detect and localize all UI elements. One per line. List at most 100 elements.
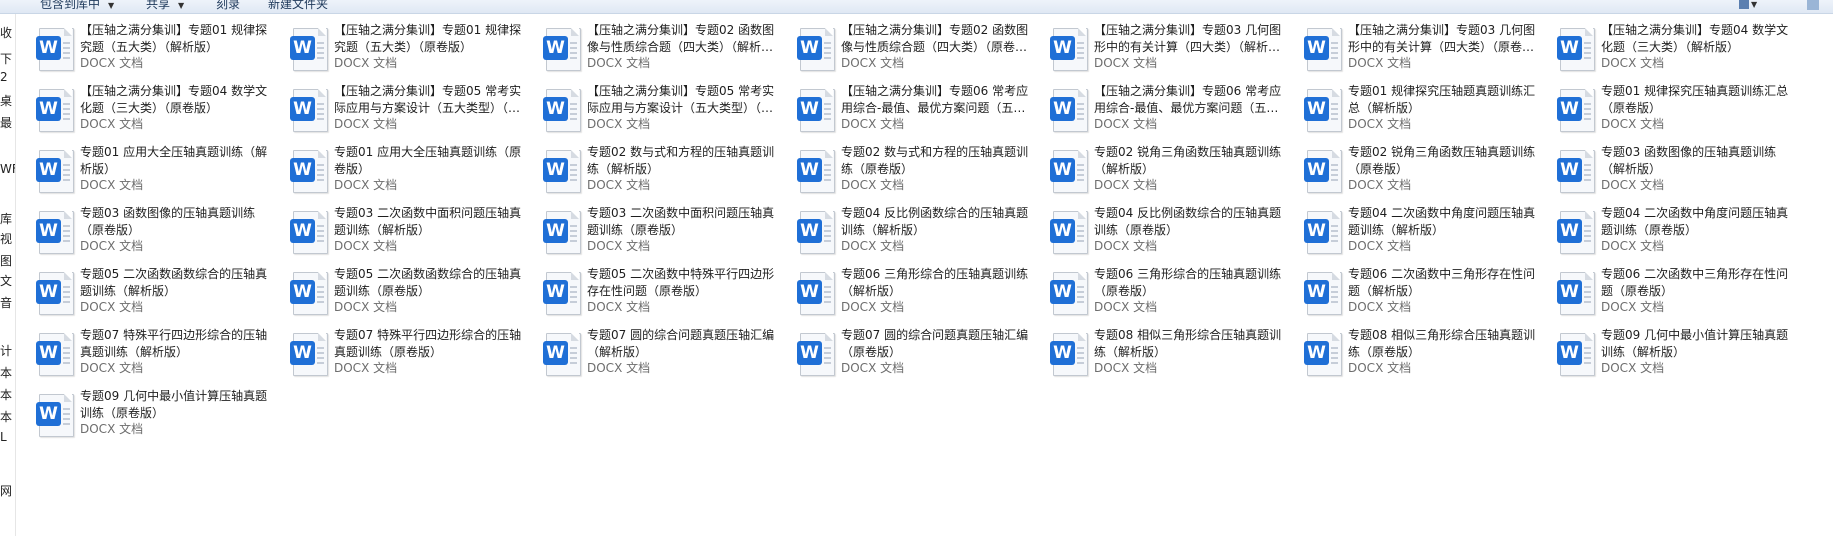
file-item[interactable]: W 专题02 数与式和方程的压轴真题训练（原卷版） DOCX 文档	[789, 140, 1034, 196]
wps-docx-icon: W	[797, 211, 837, 254]
wps-docx-icon: W	[36, 394, 76, 437]
file-type: DOCX 文档	[841, 178, 905, 192]
file-item[interactable]: W 专题05 二次函数函数综合的压轴真题训练（原卷版） DOCX 文档	[282, 262, 527, 318]
file-item[interactable]: W 专题01 规律探究压轴题真题训练汇总（解析版） DOCX 文档	[1296, 79, 1541, 135]
file-item[interactable]: W【压轴之满分集训】专题02 函数图像与性质综合题（四大类）（原卷版） DOCX …	[789, 18, 1034, 74]
file-item[interactable]: W【压轴之满分集训】专题03 几何图形中的有关计算（四大类）（解析版） DOCX …	[1042, 18, 1287, 74]
nav-item[interactable]: 收	[0, 24, 12, 41]
file-item[interactable]: W 专题08 相似三角形综合压轴真题训练（原卷版） DOCX 文档	[1296, 323, 1541, 379]
nav-item[interactable]: 计	[0, 342, 12, 359]
preview-pane-button[interactable]	[1807, 0, 1819, 10]
file-item[interactable]: W【压轴之满分集训】专题05 常考实际应用与方案设计（五大类型）（原卷版） DOC…	[535, 79, 780, 135]
file-name: 专题08 相似三角形综合压轴真题训练（解析版）	[1094, 328, 1282, 359]
file-item[interactable]: W 专题05 二次函数中特殊平行四边形存在性问题（原卷版） DOCX 文档	[535, 262, 780, 318]
file-item[interactable]: W【压轴之满分集训】专题06 常考应用综合-最值、最优方案问题（五大类）（解析版…	[789, 79, 1034, 135]
file-item[interactable]: W 专题02 锐角三角函数压轴真题训练（解析版） DOCX 文档	[1042, 140, 1287, 196]
file-item[interactable]: W 专题06 三角形综合的压轴真题训练（解析版） DOCX 文档	[789, 262, 1034, 318]
share-button[interactable]: 共享 ▼	[146, 0, 184, 12]
file-item[interactable]: W 专题07 特殊平行四边形综合的压轴真题训练（解析版） DOCX 文档	[28, 323, 273, 379]
nav-item[interactable]: L	[0, 430, 7, 444]
file-item[interactable]: W 专题06 二次函数中三角形存在性问题（解析版） DOCX 文档	[1296, 262, 1541, 318]
file-item[interactable]: W 专题08 相似三角形综合压轴真题训练（解析版） DOCX 文档	[1042, 323, 1287, 379]
file-type: DOCX 文档	[587, 117, 651, 131]
file-item[interactable]: W 专题04 二次函数中角度问题压轴真题训练（解析版） DOCX 文档	[1296, 201, 1541, 257]
file-item[interactable]: W 专题03 二次函数中面积问题压轴真题训练（解析版） DOCX 文档	[282, 201, 527, 257]
nav-item[interactable]: 图	[0, 252, 12, 269]
toolbar: 包含到库中 ▼ 共享 ▼ 刻录 新建文件夹 ▼	[0, 0, 1833, 14]
nav-item[interactable]: 下	[0, 50, 12, 67]
nav-item[interactable]: 本	[0, 386, 12, 403]
wps-docx-icon: W	[290, 333, 330, 376]
wps-docx-icon: W	[543, 333, 583, 376]
file-type: DOCX 文档	[80, 56, 144, 70]
file-item[interactable]: W 专题01 规律探究压轴真题训练汇总（原卷版） DOCX 文档	[1549, 79, 1794, 135]
nav-item[interactable]: 最	[0, 114, 12, 131]
nav-item[interactable]: 本	[0, 408, 12, 425]
file-item[interactable]: W 专题03 函数图像的压轴真题训练（解析版） DOCX 文档	[1549, 140, 1794, 196]
include-in-library-button[interactable]: 包含到库中 ▼	[40, 0, 114, 12]
nav-item[interactable]: 库	[0, 210, 12, 227]
nav-item[interactable]: 本	[0, 364, 12, 381]
file-name: 专题04 二次函数中角度问题压轴真题训练（解析版）	[1348, 206, 1536, 237]
file-type: DOCX 文档	[1601, 56, 1665, 70]
nav-item[interactable]: 视	[0, 230, 12, 247]
nav-item[interactable]: 2	[0, 70, 8, 84]
file-item[interactable]: W 专题07 圆的综合问题真题压轴汇编（原卷版） DOCX 文档	[789, 323, 1034, 379]
nav-item[interactable]: 文	[0, 272, 12, 289]
file-item[interactable]: W【压轴之满分集训】专题05 常考实际应用与方案设计（五大类型）（解析版） DOC…	[282, 79, 527, 135]
new-folder-button[interactable]: 新建文件夹	[268, 0, 328, 12]
nav-item[interactable]: 音	[0, 294, 12, 311]
file-item[interactable]: W 专题06 二次函数中三角形存在性问题（原卷版） DOCX 文档	[1549, 262, 1794, 318]
file-item[interactable]: W 专题01 应用大全压轴真题训练（原卷版） DOCX 文档	[282, 140, 527, 196]
file-name: 专题02 数与式和方程的压轴真题训练（解析版）	[587, 145, 775, 176]
file-item[interactable]: W【压轴之满分集训】专题02 函数图像与性质综合题（四大类）（解析版） DOCX …	[535, 18, 780, 74]
wps-docx-icon: W	[290, 211, 330, 254]
file-type: DOCX 文档	[1094, 300, 1158, 314]
file-type: DOCX 文档	[1094, 361, 1158, 375]
file-item[interactable]: W 专题09 几何中最小值计算压轴真题训练（原卷版） DOCX 文档	[28, 384, 273, 440]
file-item[interactable]: W 【压轴之满分集训】专题04 数学文化题（三大类）（解析版） DOCX 文档	[1549, 18, 1794, 74]
wps-docx-icon: W	[797, 272, 837, 315]
file-type: DOCX 文档	[1348, 239, 1412, 253]
file-type: DOCX 文档	[334, 300, 398, 314]
navigation-pane[interactable]: 收下2桌最WF库视图文音计本本本L网	[0, 14, 16, 536]
file-item[interactable]: W 【压轴之满分集训】专题01 规律探究题（五大类）（原卷版） DOCX 文档	[282, 18, 527, 74]
file-item[interactable]: W 专题03 函数图像的压轴真题训练（原卷版） DOCX 文档	[28, 201, 273, 257]
file-item[interactable]: W 【压轴之满分集训】专题04 数学文化题（三大类）（原卷版） DOCX 文档	[28, 79, 273, 135]
file-name: 专题04 反比例函数综合的压轴真题训练（解析版）	[841, 206, 1029, 237]
file-type: DOCX 文档	[841, 56, 905, 70]
file-name: 【压轴之满分集训】专题03 几何图形中的有关计算（四大类）（原卷版）	[1348, 23, 1536, 54]
file-item[interactable]: W 专题02 数与式和方程的压轴真题训练（解析版） DOCX 文档	[535, 140, 780, 196]
view-options-button[interactable]: ▼	[1739, 0, 1761, 10]
file-type: DOCX 文档	[1348, 117, 1412, 131]
file-item[interactable]: W【压轴之满分集训】专题06 常考应用综合-最值、最优方案问题（五大类）（原卷版…	[1042, 79, 1287, 135]
file-item[interactable]: W 专题07 特殊平行四边形综合的压轴真题训练（原卷版） DOCX 文档	[282, 323, 527, 379]
wps-docx-icon: W	[1304, 150, 1344, 193]
file-item[interactable]: W 专题04 反比例函数综合的压轴真题训练（解析版） DOCX 文档	[789, 201, 1034, 257]
file-item[interactable]: W 专题02 锐角三角函数压轴真题训练（原卷版） DOCX 文档	[1296, 140, 1541, 196]
wps-docx-icon: W	[36, 150, 76, 193]
file-name: 专题03 二次函数中面积问题压轴真题训练（原卷版）	[587, 206, 775, 237]
file-name: 【压轴之满分集训】专题06 常考应用综合-最值、最优方案问题（五大类）（原卷版）	[1094, 84, 1282, 115]
file-item[interactable]: W【压轴之满分集训】专题03 几何图形中的有关计算（四大类）（原卷版） DOCX …	[1296, 18, 1541, 74]
file-item[interactable]: W 专题04 二次函数中角度问题压轴真题训练（原卷版） DOCX 文档	[1549, 201, 1794, 257]
file-item[interactable]: W 专题04 反比例函数综合的压轴真题训练（原卷版） DOCX 文档	[1042, 201, 1287, 257]
nav-item[interactable]: 桌	[0, 92, 12, 109]
file-item[interactable]: W 专题05 二次函数函数综合的压轴真题训练（解析版） DOCX 文档	[28, 262, 273, 318]
file-item[interactable]: W 专题06 三角形综合的压轴真题训练（原卷版） DOCX 文档	[1042, 262, 1287, 318]
nav-item[interactable]: 网	[0, 482, 12, 499]
nav-item[interactable]: WF	[0, 162, 15, 176]
file-item[interactable]: W 专题03 二次函数中面积问题压轴真题训练（原卷版） DOCX 文档	[535, 201, 780, 257]
file-item[interactable]: W 专题07 圆的综合问题真题压轴汇编（解析版） DOCX 文档	[535, 323, 780, 379]
file-name: 专题01 应用大全压轴真题训练（解析版）	[80, 145, 268, 176]
wps-docx-icon: W	[1304, 333, 1344, 376]
file-item[interactable]: W 专题01 应用大全压轴真题训练（解析版） DOCX 文档	[28, 140, 273, 196]
file-type: DOCX 文档	[1348, 56, 1412, 70]
file-item[interactable]: W 【压轴之满分集训】专题01 规律探究题（五大类）（解析版） DOCX 文档	[28, 18, 273, 74]
burn-button[interactable]: 刻录	[216, 0, 240, 12]
wps-docx-icon: W	[36, 211, 76, 254]
wps-docx-icon: W	[543, 28, 583, 71]
file-name: 【压轴之满分集训】专题01 规律探究题（五大类）（解析版）	[80, 23, 268, 54]
file-item[interactable]: W 专题09 几何中最小值计算压轴真题训练（解析版） DOCX 文档	[1549, 323, 1794, 379]
file-name: 专题02 锐角三角函数压轴真题训练（原卷版）	[1348, 145, 1536, 176]
